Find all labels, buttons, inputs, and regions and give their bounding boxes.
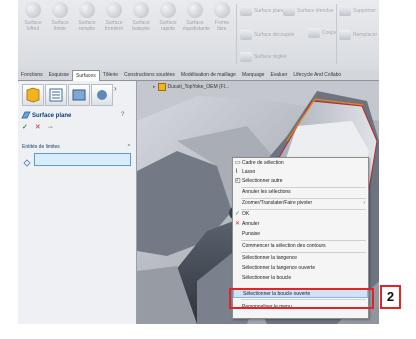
- menu-item-box-select[interactable]: ▭ Cadre de sélection: [233, 159, 368, 168]
- cross-icon: ✕: [235, 221, 241, 227]
- cut-icon: [308, 28, 320, 38]
- part-icon: [157, 83, 166, 91]
- surface-trim-button[interactable]: Surface découpée: [240, 30, 295, 40]
- surface-offset-icon: [187, 2, 203, 18]
- tab-lifecycle[interactable]: Lifecycle And Collabo: [290, 70, 344, 80]
- cancel-button[interactable]: ✕: [35, 124, 41, 131]
- ribbon-separator: [236, 4, 237, 64]
- surface-boundary-icon: [52, 2, 68, 18]
- tab-modelisation-maillage[interactable]: Modélisation de maillage: [178, 70, 239, 80]
- menu-separator: [241, 240, 366, 241]
- replace-icon: [339, 30, 351, 40]
- surface-plane-button[interactable]: Surface plane: [240, 6, 285, 16]
- menu-item-cancel[interactable]: ✕ Annuler: [233, 220, 368, 229]
- surface-boundary-button[interactable]: Surface limite: [48, 2, 72, 32]
- surface-frontier-button[interactable]: Surface frontière: [102, 2, 126, 32]
- surface-plane-icon: [21, 111, 31, 119]
- feature-tree-icon: [26, 87, 40, 103]
- boundary-selection-icon: [23, 154, 31, 167]
- feature-manager-tab[interactable]: [22, 84, 44, 106]
- display-icon: [97, 90, 107, 100]
- surface-offset-button[interactable]: Surface équidistante: [183, 2, 210, 32]
- property-manager-tab[interactable]: [45, 84, 67, 106]
- surface-loft-icon: [25, 2, 41, 18]
- tab-surfaces[interactable]: Surfaces: [71, 69, 100, 81]
- panel-title: Surface plane: [32, 113, 72, 119]
- expand-arrow-icon[interactable]: ▸: [153, 84, 156, 90]
- boundary-entities-section[interactable]: Entités de limites ^: [22, 144, 132, 150]
- menu-item-ok[interactable]: ✓ OK: [233, 210, 368, 219]
- ribbon-separator: [336, 4, 337, 64]
- menu-item-pin[interactable]: Punaise: [233, 230, 368, 239]
- menu-item-start-edge-selection[interactable]: Commencer la sélection des contours: [233, 242, 368, 251]
- pin-icon[interactable]: ⊸: [48, 125, 53, 131]
- configuration-icon: [72, 89, 86, 101]
- ruled-surface-button[interactable]: Surface réglée: [240, 52, 287, 62]
- surface-loft-button[interactable]: Surface lofted: [21, 2, 45, 32]
- display-manager-tab[interactable]: [91, 84, 113, 106]
- part-name: Ducati_TopYoke_OEM (Fl...: [167, 84, 230, 90]
- surface-frontier-icon: [106, 2, 122, 18]
- menu-separator: [241, 252, 366, 253]
- surface-sweep-icon: [133, 2, 149, 18]
- highlight-box: [229, 288, 374, 309]
- surface-quick-icon: [160, 2, 176, 18]
- expand-panel-icon[interactable]: ›: [114, 84, 126, 104]
- boundary-entities-field[interactable]: [34, 153, 131, 166]
- collapse-chevron-icon[interactable]: ^: [128, 144, 130, 150]
- tab-esquisse[interactable]: Esquisse: [46, 70, 72, 80]
- replace-button[interactable]: Remplacer: [339, 30, 377, 40]
- box-select-icon: ▭: [235, 160, 241, 166]
- submenu-arrow-icon: ›: [363, 200, 365, 206]
- surface-sweep-button[interactable]: Surface balayée: [129, 2, 153, 32]
- select-other-icon: ◰: [235, 178, 241, 184]
- tab-evaluer[interactable]: Evaluer: [267, 70, 290, 80]
- panel-actions: ✓ ✕ ⊸: [22, 123, 53, 131]
- menu-item-select-other[interactable]: ◰ Sélectionner autre: [233, 177, 368, 186]
- menu-item-select-tangency[interactable]: Sélectionner la tangence: [233, 254, 368, 263]
- menu-item-clear-selections[interactable]: Annuler les sélections: [233, 188, 368, 197]
- section-label: Entités de limites: [22, 144, 60, 150]
- property-list-icon: [49, 88, 63, 102]
- surface-fill-button[interactable]: Surface remplie: [75, 2, 99, 32]
- surface-fill-icon: [79, 2, 95, 18]
- tab-constructions-soudees[interactable]: Constructions soudées: [121, 70, 178, 80]
- configuration-manager-tab[interactable]: [68, 84, 90, 106]
- ok-button[interactable]: ✓: [22, 124, 28, 131]
- feature-tree-flyout[interactable]: ▸ Ducati_TopYoke_OEM (Fl...: [153, 83, 229, 91]
- property-manager: › Surface plane ? ✓ ✕ ⊸ Entités de limit…: [18, 81, 137, 324]
- help-icon[interactable]: ?: [121, 112, 124, 118]
- check-icon: ✓: [235, 211, 241, 217]
- step-number-badge: 2: [380, 285, 401, 309]
- freeform-button[interactable]: Forme libre: [210, 2, 234, 32]
- tab-marquage[interactable]: Marquage: [239, 70, 268, 80]
- extend-surface-button[interactable]: Surface étendue: [283, 6, 334, 16]
- command-tabs: Fonctions Esquisse Surfaces Tôlerie Cons…: [18, 69, 379, 81]
- tab-tolerie[interactable]: Tôlerie: [100, 70, 121, 80]
- extend-surface-icon: [283, 6, 295, 16]
- surface-quick-button[interactable]: Surface rapide: [156, 2, 180, 32]
- menu-item-lasso[interactable]: ⌇ Lasso: [233, 168, 368, 177]
- delete-button[interactable]: Supprimer: [339, 6, 376, 16]
- ruled-surface-icon: [240, 52, 252, 62]
- menu-item-zoom-pan-rotate[interactable]: Zoomer/Translater/Faire pivoter ›: [233, 199, 368, 208]
- menu-item-select-open-tangency[interactable]: Sélectionner la tangence ouverte: [233, 264, 368, 273]
- cut-button[interactable]: Coupe: [308, 28, 337, 38]
- surface-plane-icon: [240, 6, 252, 16]
- menu-item-select-loop[interactable]: Sélectionner la boucle: [233, 274, 368, 283]
- freeform-icon: [214, 2, 230, 18]
- lasso-icon: ⌇: [235, 169, 238, 175]
- tab-fonctions[interactable]: Fonctions: [18, 70, 46, 80]
- ribbon-toolbar: Surface lofted Surface limite Surface re…: [18, 0, 379, 71]
- surface-trim-icon: [240, 30, 252, 40]
- delete-icon: [339, 6, 351, 16]
